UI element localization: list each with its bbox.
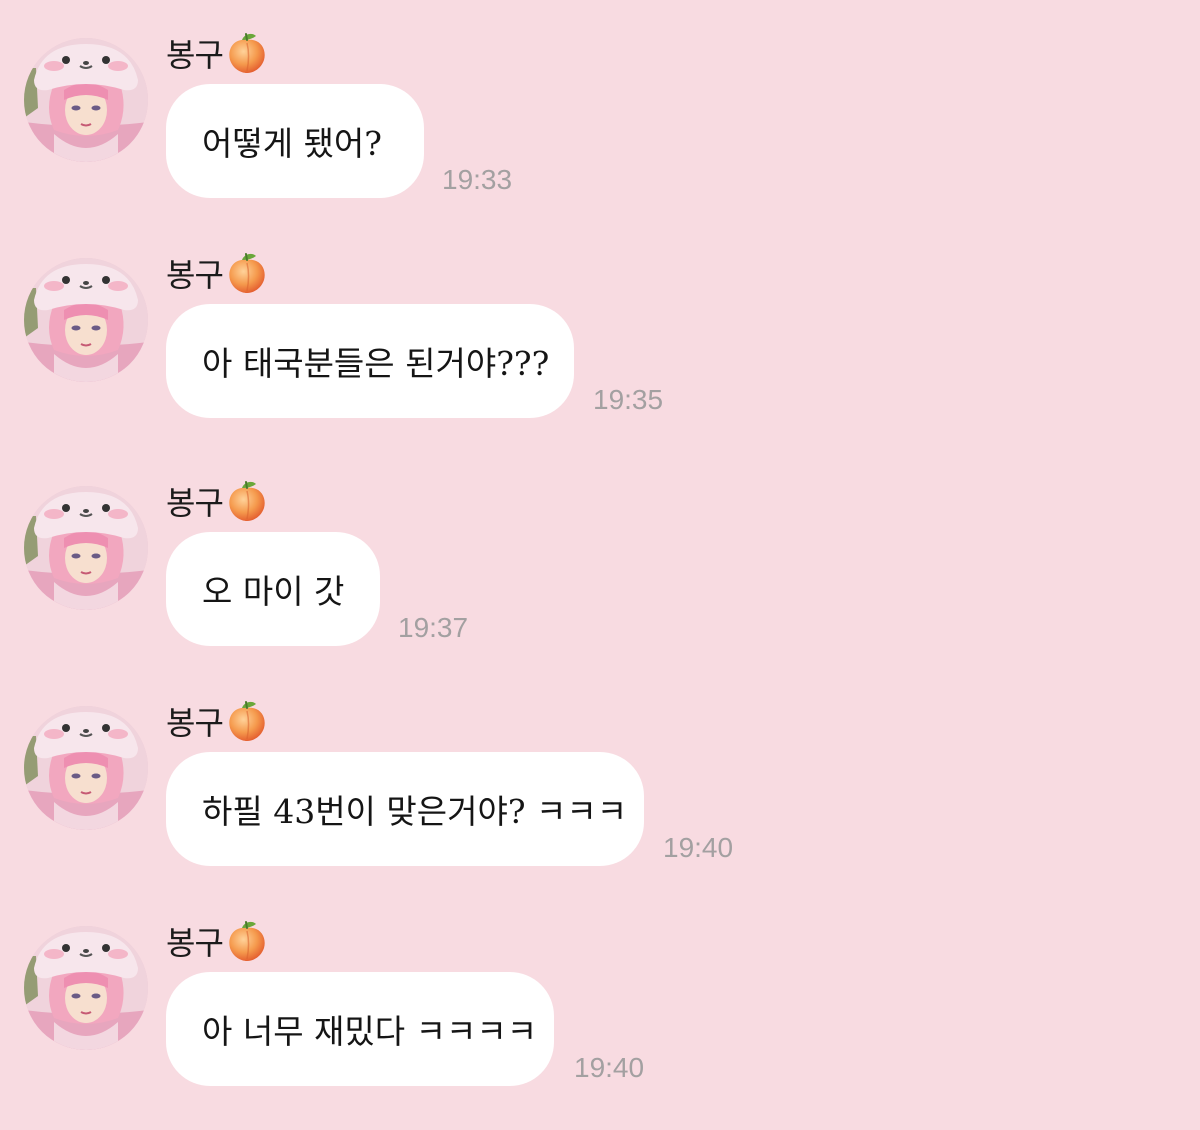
sender-name-text: 봉구 bbox=[166, 484, 224, 522]
message-timestamp: 19:37 bbox=[398, 612, 469, 643]
sender-name: 봉구 bbox=[166, 696, 269, 746]
peach-icon bbox=[225, 251, 269, 295]
avatar-image bbox=[24, 38, 148, 162]
message-row: 봉구 하필 43번이 맞은거야? ㅋㅋㅋ 19:40 bbox=[0, 696, 1200, 896]
avatar-image bbox=[24, 706, 148, 830]
message-text: 어떻게 됐어? bbox=[202, 124, 382, 163]
message-row: 봉구 아 너무 재밌다 ㅋㅋㅋㅋ 19:40 bbox=[0, 916, 1200, 1116]
avatar[interactable] bbox=[24, 258, 148, 382]
avatar[interactable] bbox=[24, 926, 148, 1050]
message-timestamp: 19:33 bbox=[442, 164, 513, 195]
chat-message-list: 봉구 어떻게 됐어? 19:33 봉구 아 태국분들은 된거야??? 19:35… bbox=[0, 0, 1200, 1130]
sender-name-text: 봉구 bbox=[166, 256, 224, 294]
message-text: 하필 43번이 맞은거야? ㅋㅋㅋ bbox=[202, 792, 628, 831]
message-bubble[interactable]: 하필 43번이 맞은거야? ㅋㅋㅋ bbox=[166, 752, 644, 866]
peach-icon bbox=[225, 479, 269, 523]
avatar-image bbox=[24, 258, 148, 382]
avatar-image bbox=[24, 926, 148, 1050]
sender-name-text: 봉구 bbox=[166, 924, 224, 962]
peach-icon bbox=[225, 699, 269, 743]
sender-name: 봉구 bbox=[166, 916, 269, 966]
sender-name: 봉구 bbox=[166, 28, 269, 78]
avatar[interactable] bbox=[24, 706, 148, 830]
message-timestamp: 19:40 bbox=[663, 832, 734, 863]
message-timestamp: 19:40 bbox=[574, 1052, 645, 1083]
sender-name: 봉구 bbox=[166, 248, 269, 298]
sender-name: 봉구 bbox=[166, 476, 269, 526]
message-bubble[interactable]: 아 너무 재밌다 ㅋㅋㅋㅋ bbox=[166, 972, 554, 1086]
message-text: 아 태국분들은 된거야??? bbox=[202, 344, 550, 383]
sender-name-text: 봉구 bbox=[166, 36, 224, 74]
message-text: 오 마이 갓 bbox=[202, 572, 345, 611]
message-row: 봉구 오 마이 갓 19:37 bbox=[0, 476, 1200, 676]
message-row: 봉구 어떻게 됐어? 19:33 bbox=[0, 28, 1200, 228]
avatar[interactable] bbox=[24, 38, 148, 162]
peach-icon bbox=[225, 31, 269, 75]
peach-icon bbox=[225, 919, 269, 963]
sender-name-text: 봉구 bbox=[166, 704, 224, 742]
message-text: 아 너무 재밌다 ㅋㅋㅋㅋ bbox=[202, 1012, 538, 1051]
avatar-image bbox=[24, 486, 148, 610]
message-row: 봉구 아 태국분들은 된거야??? 19:35 bbox=[0, 248, 1200, 448]
message-bubble[interactable]: 오 마이 갓 bbox=[166, 532, 380, 646]
avatar[interactable] bbox=[24, 486, 148, 610]
message-bubble[interactable]: 아 태국분들은 된거야??? bbox=[166, 304, 574, 418]
message-timestamp: 19:35 bbox=[593, 384, 664, 415]
message-bubble[interactable]: 어떻게 됐어? bbox=[166, 84, 424, 198]
